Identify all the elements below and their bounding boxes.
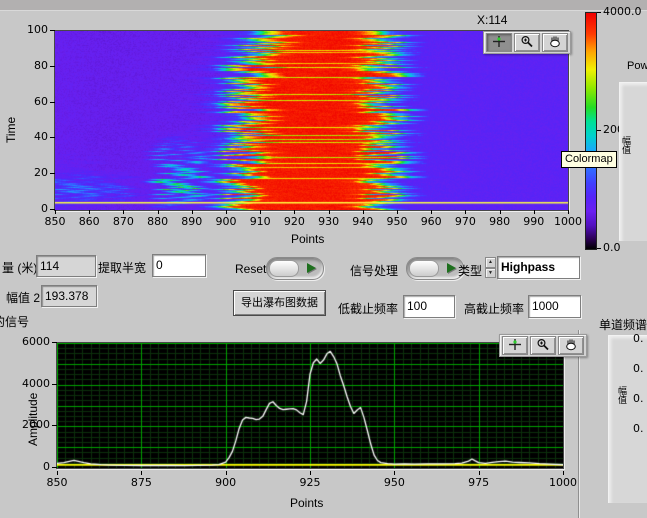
signal-panel-title-text: 的信号 bbox=[0, 313, 29, 330]
cursor-readout: X:114 bbox=[477, 13, 507, 27]
signal-y-tick-label: 4000 bbox=[20, 377, 50, 390]
signal-y-tick-label: 2000 bbox=[20, 418, 50, 431]
sigproc-label: 信号处理 bbox=[350, 262, 398, 279]
spinner-down-icon[interactable]: ▼ bbox=[485, 268, 496, 279]
right-panel-tick-label: 0. bbox=[633, 332, 644, 345]
waterfall-y-tick-label: 60 bbox=[18, 95, 48, 108]
pane-divider bbox=[578, 330, 579, 518]
spectrum-panel-title-text: 单道频谱 bbox=[599, 316, 647, 332]
right-top-axis-label: 幅值 bbox=[620, 136, 633, 162]
signal-y-tick-label: 0 bbox=[20, 460, 50, 473]
waterfall-x-tick-label: 1000 bbox=[546, 215, 590, 228]
amplitude2-label: 幅值 2 bbox=[6, 289, 40, 306]
signal-x-tick-label: 900 bbox=[204, 476, 248, 489]
labview-front-panel: { "header": { "cursor_readout": "X:114" … bbox=[0, 0, 647, 518]
cursor-tool-button-2[interactable] bbox=[502, 336, 528, 355]
reset-switch[interactable] bbox=[266, 257, 324, 280]
halfwidth-input[interactable]: 0 bbox=[152, 254, 206, 277]
crosshair-icon bbox=[508, 338, 522, 354]
high-cutoff-input[interactable]: 1000 bbox=[528, 295, 581, 318]
right-panel-tick-label: 0. bbox=[633, 422, 644, 435]
sigproc-switch-arrow-icon bbox=[447, 263, 456, 273]
magnifier-icon bbox=[536, 338, 550, 354]
signal-graph-palette bbox=[499, 334, 587, 357]
position-label: 量 (米) bbox=[2, 259, 37, 276]
sigproc-switch-knob bbox=[409, 260, 439, 277]
filter-type-value[interactable]: Highpass bbox=[497, 256, 580, 279]
right-bottom-panel bbox=[608, 335, 647, 503]
spectrum-panel-title-clipped: 单道频谱 bbox=[599, 316, 647, 332]
cursor-tool-button[interactable] bbox=[486, 33, 512, 52]
window-top-strip bbox=[0, 0, 647, 11]
signal-x-tick-label: 975 bbox=[457, 476, 501, 489]
signal-x-tick-label: 850 bbox=[35, 476, 79, 489]
halfwidth-label: 提取半宽 bbox=[98, 259, 146, 276]
position-value-box[interactable]: 114 bbox=[36, 255, 96, 277]
signal-plot-frame bbox=[56, 342, 564, 469]
waterfall-y-tick-label: 80 bbox=[18, 59, 48, 72]
signal-y-tick-label: 6000 bbox=[20, 335, 50, 348]
signal-panel-title-clipped: 的信号 bbox=[0, 313, 42, 330]
filter-type-spinner[interactable]: ▲ ▼ bbox=[485, 257, 496, 278]
filter-type-label: 类型 bbox=[458, 262, 482, 279]
zoom-tool-button-2[interactable] bbox=[530, 336, 556, 355]
hand-icon bbox=[564, 338, 578, 354]
high-cutoff-label: 高截止频率 bbox=[464, 300, 524, 317]
pan-tool-button[interactable] bbox=[542, 33, 568, 52]
waterfall-y-tick-label: 100 bbox=[18, 23, 48, 36]
power-spectrum-title-clipped: Pow bbox=[627, 60, 647, 72]
signal-x-tick-label: 925 bbox=[288, 476, 332, 489]
crosshair-icon bbox=[492, 35, 506, 51]
sigproc-switch[interactable] bbox=[406, 257, 464, 280]
signal-waveform-chart[interactable] bbox=[57, 343, 563, 468]
export-waterfall-button[interactable]: 导出瀑布图数据 bbox=[233, 290, 326, 316]
waterfall-plot-frame bbox=[54, 30, 569, 211]
reset-switch-arrow-icon bbox=[307, 263, 316, 273]
signal-x-axis-title: Points bbox=[290, 496, 323, 510]
right-panel-tick-label: 0. bbox=[633, 362, 644, 375]
waterfall-y-tick-label: 40 bbox=[18, 130, 48, 143]
signal-x-tick-label: 875 bbox=[119, 476, 163, 489]
low-cutoff-label: 低截止频率 bbox=[338, 300, 398, 317]
reset-switch-knob bbox=[269, 260, 299, 277]
waterfall-y-tick-label: 20 bbox=[18, 166, 48, 179]
signal-x-tick-label: 950 bbox=[372, 476, 416, 489]
colorbar-tick-label: 4000.0 bbox=[597, 5, 642, 18]
zoom-tool-button[interactable] bbox=[514, 33, 540, 52]
amplitude2-value-box[interactable]: 193.378 bbox=[41, 285, 97, 307]
pan-tool-button-2[interactable] bbox=[558, 336, 584, 355]
waterfall-intensity-chart[interactable] bbox=[55, 31, 568, 210]
waterfall-y-tick-label: 0 bbox=[18, 202, 48, 215]
right-panel-tick-label: 0. bbox=[633, 392, 644, 405]
colorbar[interactable] bbox=[585, 12, 597, 250]
magnifier-icon bbox=[520, 35, 534, 51]
waterfall-y-axis-title: Time bbox=[4, 93, 18, 143]
waterfall-x-axis-title: Points bbox=[291, 232, 324, 246]
spinner-up-icon[interactable]: ▲ bbox=[485, 257, 496, 268]
colorbar-tick-label: 0.0 bbox=[597, 241, 621, 254]
reset-label: Reset bbox=[235, 262, 266, 276]
waterfall-graph-palette bbox=[483, 31, 571, 54]
right-bottom-axis-label: 幅值 bbox=[616, 386, 629, 412]
low-cutoff-input[interactable]: 100 bbox=[403, 295, 455, 318]
hand-icon bbox=[548, 35, 562, 51]
colormap-tooltip: Colormap bbox=[561, 151, 617, 168]
